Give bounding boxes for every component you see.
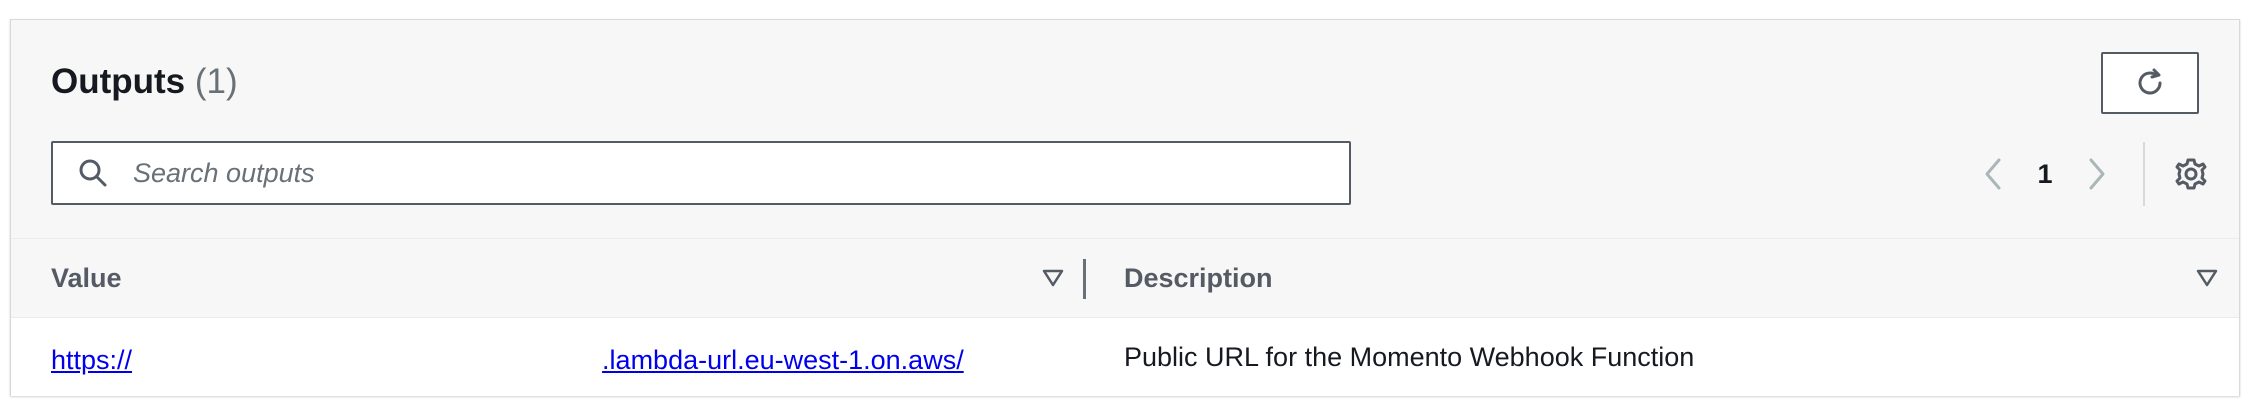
refresh-button[interactable]	[2101, 52, 2199, 114]
chevron-right-icon	[2089, 158, 2105, 190]
column-header-value[interactable]: Value	[51, 239, 122, 317]
redacted-region	[132, 338, 603, 369]
refresh-icon	[2138, 68, 2162, 95]
description-cell: Public URL for the Momento Webhook Funct…	[1124, 318, 1694, 396]
url-prefix: https://	[51, 344, 133, 375]
output-count: (1)	[194, 62, 238, 101]
description-text: Public URL for the Momento Webhook Funct…	[1124, 341, 1695, 372]
table-row: https:// .lambda-url.eu-west-1.on.aws/ Pu…	[11, 318, 2239, 396]
sort-down-icon[interactable]	[2195, 266, 2219, 290]
search-field[interactable]	[51, 141, 1351, 205]
column-header-label: Value	[51, 262, 122, 293]
table-header: Value Description	[11, 239, 2239, 318]
gear-icon	[2175, 158, 2207, 190]
sort-down-icon[interactable]	[1041, 266, 1065, 290]
panel-header: Outputs (1) 1	[11, 20, 2239, 239]
pagination: 1	[1971, 142, 2213, 206]
url-suffix: .lambda-url.eu-west-1.on.aws/	[602, 344, 964, 375]
pagination-divider	[2143, 142, 2145, 206]
outputs-panel: Outputs (1) 1	[10, 19, 2240, 396]
page-title: Outputs (1)	[51, 62, 238, 102]
value-cell: https:// .lambda-url.eu-west-1.on.aws/	[51, 318, 964, 396]
title-text: Outputs	[51, 62, 186, 101]
current-page-number[interactable]: 1	[2015, 159, 2075, 190]
column-header-description[interactable]: Description	[1124, 239, 1273, 317]
chevron-left-icon	[1985, 158, 2001, 190]
column-header-label: Description	[1124, 262, 1273, 293]
column-resize-handle[interactable]	[1083, 259, 1086, 299]
next-page-button[interactable]	[2075, 152, 2119, 196]
search-icon	[75, 155, 111, 191]
search-input[interactable]	[131, 147, 1315, 199]
preferences-button[interactable]	[2169, 152, 2213, 196]
previous-page-button[interactable]	[1971, 152, 2015, 196]
function-url-link[interactable]: https:// .lambda-url.eu-west-1.on.aws/	[51, 338, 964, 376]
